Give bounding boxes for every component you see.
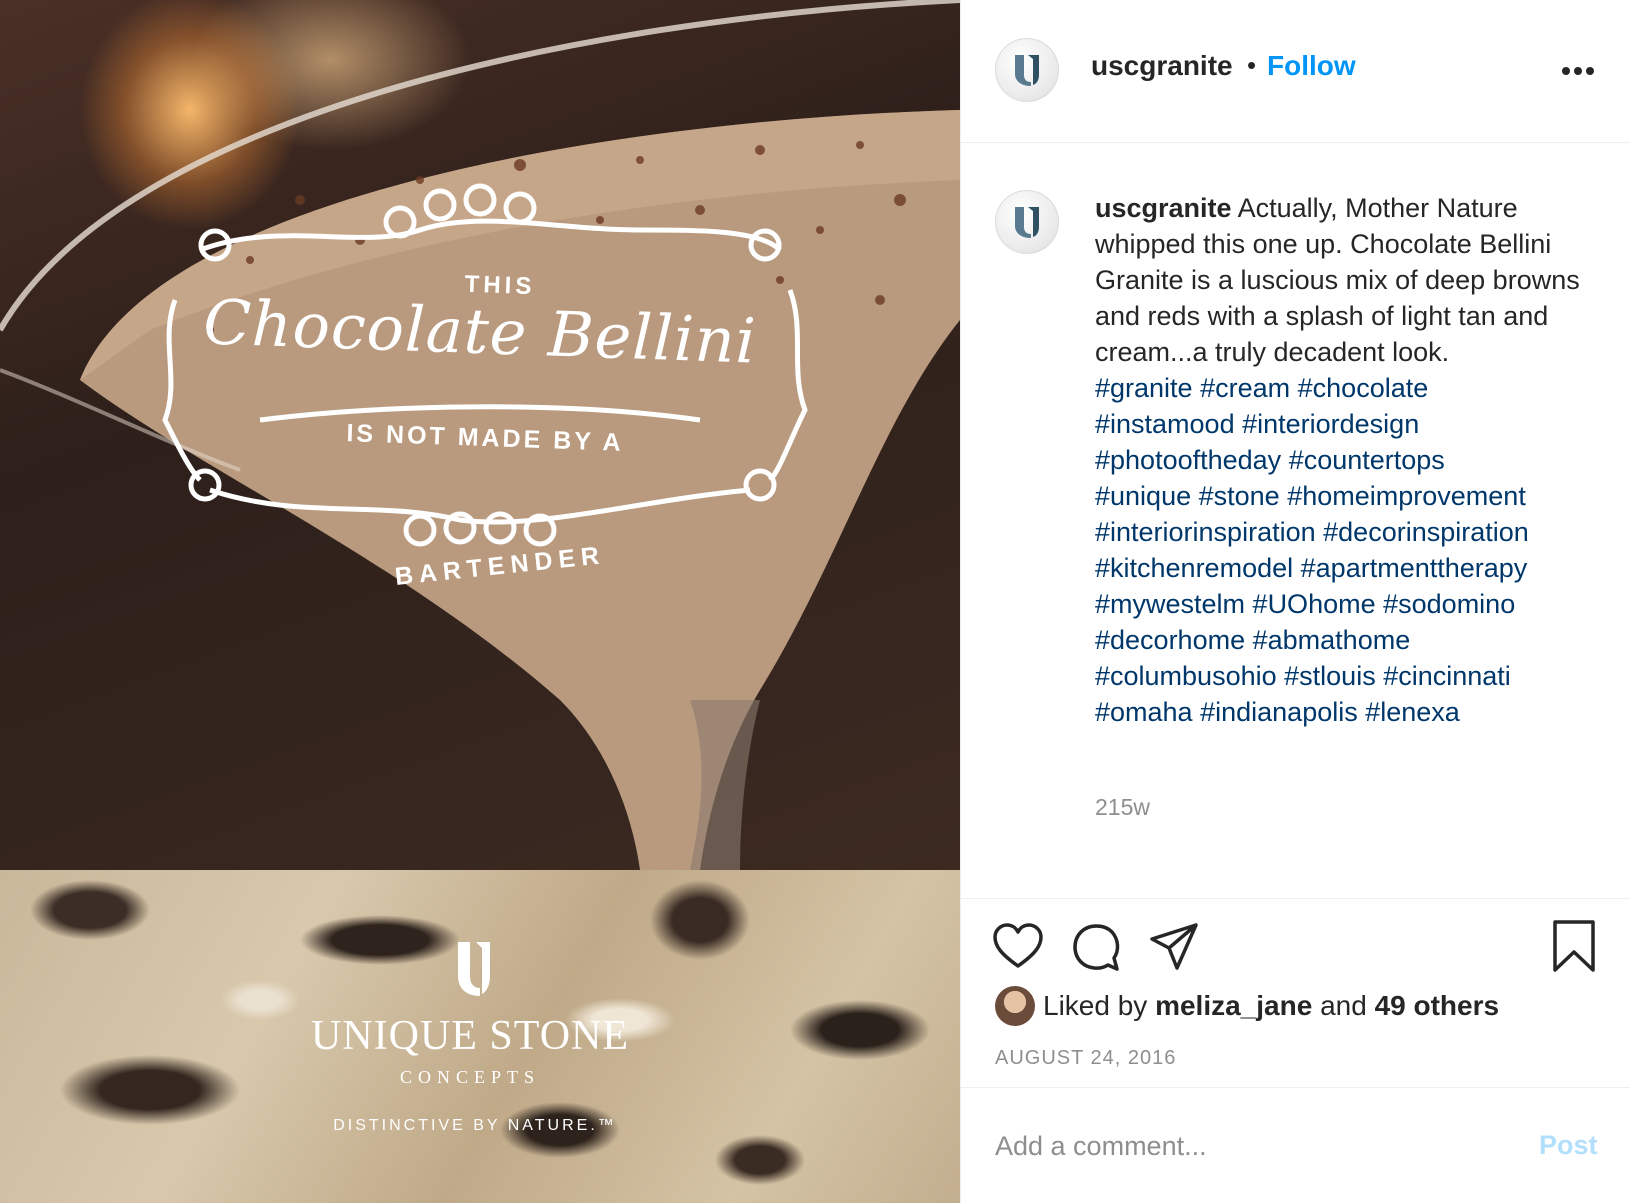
unique-stone-logo-icon: [458, 942, 490, 996]
hashtag-link[interactable]: #instamood: [1095, 409, 1235, 439]
share-icon[interactable]: [1147, 920, 1201, 974]
hashtag-line: #columbusohio #stlouis #cincinnati: [1095, 658, 1595, 694]
bookmark-icon[interactable]: [1547, 920, 1601, 974]
heart-icon[interactable]: [991, 920, 1045, 974]
post-date: AUGUST 24, 2016: [995, 1047, 1177, 1069]
hashtag-line: #interiorinspiration #decorinspiration: [1095, 514, 1595, 550]
hashtag-link[interactable]: #stone: [1199, 481, 1280, 511]
post-panel: uscgranite • Follow uscgranite Actually,…: [960, 0, 1630, 1203]
hashtag-line: #unique #stone #homeimprovement: [1095, 478, 1595, 514]
hashtag-link[interactable]: #photooftheday: [1095, 445, 1281, 475]
hashtag-line: #mywestelm #UOhome #sodomino: [1095, 586, 1595, 622]
hashtag-link[interactable]: #cream: [1200, 373, 1290, 403]
hashtag-link[interactable]: #stlouis: [1284, 661, 1376, 691]
likes-others-link[interactable]: 49 others: [1375, 990, 1500, 1021]
hashtag-link[interactable]: #lenexa: [1365, 697, 1460, 727]
author-avatar[interactable]: [995, 38, 1059, 102]
post-caption: uscgranite Actually, Mother Nature whipp…: [1095, 190, 1595, 730]
brand-tagline: DISTINCTIVE BY NATURE.™: [333, 1117, 617, 1134]
follow-button[interactable]: Follow: [1267, 50, 1356, 82]
hashtag-link[interactable]: #UOhome: [1253, 589, 1376, 619]
hashtag-link[interactable]: #chocolate: [1298, 373, 1429, 403]
hashtag-list: #granite #cream #chocolate #instamood #in…: [1095, 370, 1595, 730]
post-time-ago[interactable]: 215w: [1095, 794, 1150, 821]
uscgranite-logo-icon: [1015, 55, 1039, 86]
hashtag-line: #instamood #interiordesign: [1095, 406, 1595, 442]
post-comment-button[interactable]: Post: [1539, 1130, 1598, 1161]
hashtag-link[interactable]: #apartmenttherapy: [1301, 553, 1528, 583]
hashtag-line: #omaha #indianapolis #lenexa: [1095, 694, 1595, 730]
caption-author-avatar[interactable]: [995, 190, 1059, 254]
hashtag-line: #kitchenremodel #apartmenttherapy: [1095, 550, 1595, 586]
caption-username[interactable]: uscgranite: [1095, 193, 1232, 223]
comment-divider: [961, 1087, 1630, 1088]
likes-and: and: [1320, 990, 1367, 1021]
hashtag-link[interactable]: #sodomino: [1383, 589, 1515, 619]
header-divider: [961, 142, 1630, 143]
hashtag-link[interactable]: #abmathome: [1253, 625, 1411, 655]
hashtag-link[interactable]: #omaha: [1095, 697, 1193, 727]
hashtag-link[interactable]: #homeimprovement: [1287, 481, 1526, 511]
brand-subtitle: CONCEPTS: [399, 1067, 541, 1087]
uscgranite-logo-icon: [1015, 207, 1039, 238]
hashtag-link[interactable]: #cincinnati: [1383, 661, 1511, 691]
hashtag-link[interactable]: #decorinspiration: [1323, 517, 1529, 547]
hashtag-link[interactable]: #granite: [1095, 373, 1193, 403]
hashtag-link[interactable]: #columbusohio: [1095, 661, 1277, 691]
caption-divider: [961, 898, 1630, 899]
likes-prefix: Liked by: [1043, 990, 1148, 1021]
hashtag-link[interactable]: #interiordesign: [1242, 409, 1419, 439]
hashtag-line: #granite #cream #chocolate: [1095, 370, 1595, 406]
cocktail-photo: THIS Chocolate Bellini IS NOT MADE BY A …: [0, 0, 960, 870]
more-horizontal-icon[interactable]: [1561, 66, 1595, 76]
hashtag-link[interactable]: #kitchenremodel: [1095, 553, 1293, 583]
hashtag-link[interactable]: #mywestelm: [1095, 589, 1245, 619]
hashtag-link[interactable]: #decorhome: [1095, 625, 1245, 655]
hashtag-link[interactable]: #countertops: [1289, 445, 1445, 475]
hashtag-link[interactable]: #interiorinspiration: [1095, 517, 1316, 547]
hashtag-line: #photooftheday #countertops: [1095, 442, 1595, 478]
hashtag-link[interactable]: #indianapolis: [1200, 697, 1358, 727]
post-image[interactable]: THIS Chocolate Bellini IS NOT MADE BY A …: [0, 0, 960, 1203]
liker-username[interactable]: meliza_jane: [1155, 990, 1312, 1021]
action-bar: [961, 920, 1630, 980]
hashtag-line: #decorhome #abmathome: [1095, 622, 1595, 658]
header-separator-dot: •: [1247, 50, 1257, 80]
hashtag-link[interactable]: #unique: [1095, 481, 1191, 511]
likes-summary: Liked by meliza_jane and 49 others: [1043, 990, 1499, 1022]
header-username[interactable]: uscgranite: [1091, 50, 1233, 82]
liker-avatar[interactable]: [995, 986, 1035, 1026]
comment-input[interactable]: [995, 1124, 1495, 1168]
brand-name: UNIQUE STONE: [310, 1013, 630, 1059]
comment-icon[interactable]: [1069, 920, 1123, 974]
